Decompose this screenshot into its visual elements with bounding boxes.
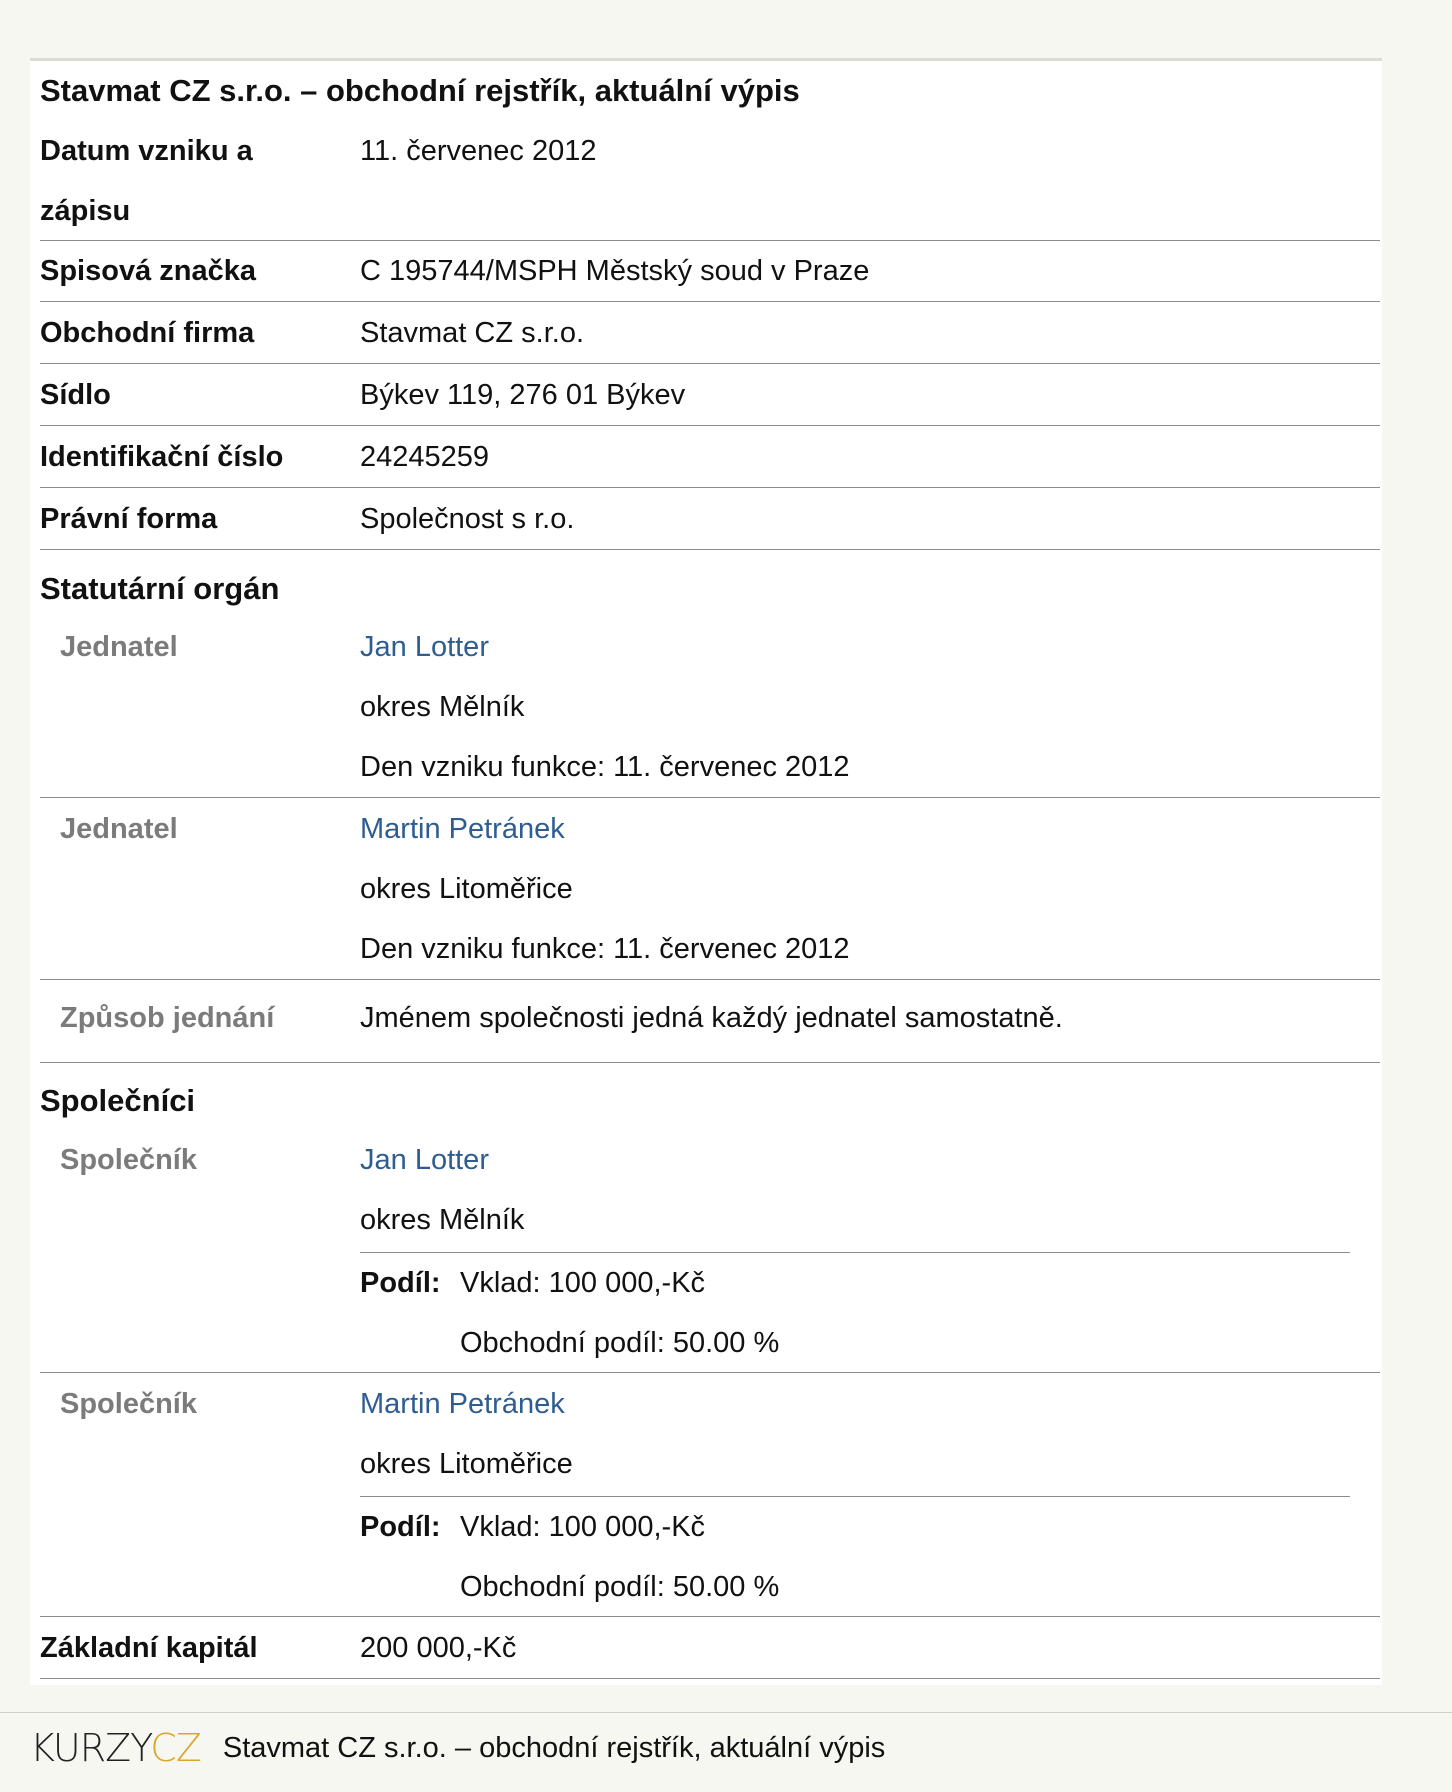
section-statutarni-organ: Statutární orgán <box>40 571 280 606</box>
footer-divider <box>0 1712 1452 1713</box>
label-jednatel-1: Jednatel <box>60 631 178 663</box>
row-datum-vzniku: Datum vzniku a zápisu 11. červenec 2012 <box>40 121 1380 241</box>
label-datum-vzniku: Datum vzniku a zápisu <box>40 121 360 241</box>
label-spolecnik-1: Společník <box>60 1144 197 1176</box>
row-ico: Identifikační číslo 24245259 <box>40 427 1380 488</box>
logo-kurzy: KURZY <box>30 1726 151 1770</box>
link-jednatel-2-name[interactable]: Martin Petránek <box>360 799 850 859</box>
row-jednatel-2: Jednatel Martin Petránek okres Litoměřic… <box>40 799 1380 980</box>
row-sidlo: Sídlo Býkev 119, 276 01 Býkev <box>40 365 1380 426</box>
label-jednatel-2: Jednatel <box>60 813 178 845</box>
section-spolecnici: Společníci <box>40 1083 196 1118</box>
row-zakladni-kapital: Základní kapitál 200 000,-Kč <box>40 1618 1380 1679</box>
spolecnik-1-district: okres Mělník <box>360 1204 525 1236</box>
jednatel-1-district: okres Mělník <box>360 691 525 723</box>
spolecnik-1-vklad: Vklad: 100 000,-Kč <box>460 1267 706 1299</box>
label-zpusob-jednani: Způsob jednání <box>60 1002 275 1034</box>
link-spolecnik-1-name[interactable]: Jan Lotter <box>360 1130 524 1190</box>
row-zpusob-jednani: Způsob jednání Jménem společnosti jedná … <box>40 988 1380 1063</box>
link-jednatel-1-name[interactable]: Jan Lotter <box>360 617 850 677</box>
registry-extract-card: Stavmat CZ s.r.o. – obchodní rejstřík, a… <box>30 61 1382 1685</box>
logo-cz: CZ <box>150 1726 202 1770</box>
footer: KURZYCZ Stavmat CZ s.r.o. – obchodní rej… <box>30 1720 885 1776</box>
jednatel-2-district: okres Litoměřice <box>360 873 573 905</box>
row-spolecnik-1: Společník Jan Lotter okres Mělník Podíl:… <box>40 1130 1380 1373</box>
value-datum-vzniku: 11. červenec 2012 <box>360 135 597 167</box>
link-spolecnik-2-name[interactable]: Martin Petránek <box>360 1374 573 1434</box>
spolecnik-2-district: okres Litoměřice <box>360 1448 573 1480</box>
footer-title: Stavmat CZ s.r.o. – obchodní rejstřík, a… <box>222 1731 886 1764</box>
label-spolecnik-2: Společník <box>60 1388 197 1420</box>
value-zpusob-jednani: Jménem společnosti jedná každý jednatel … <box>360 1002 1063 1034</box>
row-spisova-znacka: Spisová značka C 195744/MSPH Městský sou… <box>40 241 1380 302</box>
label-zakladni-kapital: Základní kapitál <box>40 1632 258 1664</box>
value-spisova-znacka: C 195744/MSPH Městský soud v Praze <box>360 255 870 287</box>
row-pravni-forma: Právní forma Společnost s r.o. <box>40 489 1380 550</box>
label-obchodni-firma: Obchodní firma <box>40 317 255 349</box>
jednatel-1-since: Den vzniku funkce: 11. červenec 2012 <box>360 751 850 783</box>
page-title: Stavmat CZ s.r.o. – obchodní rejstřík, a… <box>40 73 800 108</box>
value-ico: 24245259 <box>360 441 490 473</box>
spolecnik-1-share: Podíl: Vklad: 100 000,-Kč Obchodní podíl… <box>360 1252 1350 1373</box>
kurzy-cz-logo[interactable]: KURZYCZ <box>30 1723 202 1773</box>
label-sidlo: Sídlo <box>40 379 111 411</box>
value-obchodni-firma: Stavmat CZ s.r.o. <box>360 317 584 349</box>
spolecnik-2-share: Podíl: Vklad: 100 000,-Kč Obchodní podíl… <box>360 1496 1350 1617</box>
jednatel-2-since: Den vzniku funkce: 11. červenec 2012 <box>360 933 850 965</box>
row-obchodni-firma: Obchodní firma Stavmat CZ s.r.o. <box>40 303 1380 364</box>
label-datum-line1: Datum vzniku a <box>40 135 253 167</box>
spolecnik-2-obchodni-podil: Obchodní podíl: 50.00 % <box>460 1571 780 1603</box>
value-pravni-forma: Společnost s r.o. <box>360 503 575 535</box>
row-jednatel-1: Jednatel Jan Lotter okres Mělník Den vzn… <box>40 617 1380 798</box>
label-pravni-forma: Právní forma <box>40 503 218 535</box>
spolecnik-1-obchodni-podil: Obchodní podíl: 50.00 % <box>460 1327 780 1359</box>
label-ico: Identifikační číslo <box>40 441 284 473</box>
row-spolecnik-2: Společník Martin Petránek okres Litoměři… <box>40 1374 1380 1617</box>
value-zakladni-kapital: 200 000,-Kč <box>360 1632 517 1664</box>
label-datum-line2: zápisu <box>40 195 131 227</box>
spolecnik-1-share-label: Podíl: <box>360 1267 441 1299</box>
spolecnik-2-share-label: Podíl: <box>360 1511 441 1543</box>
value-sidlo: Býkev 119, 276 01 Býkev <box>360 379 686 411</box>
spolecnik-2-vklad: Vklad: 100 000,-Kč <box>460 1511 706 1543</box>
label-spisova-znacka: Spisová značka <box>40 255 256 287</box>
